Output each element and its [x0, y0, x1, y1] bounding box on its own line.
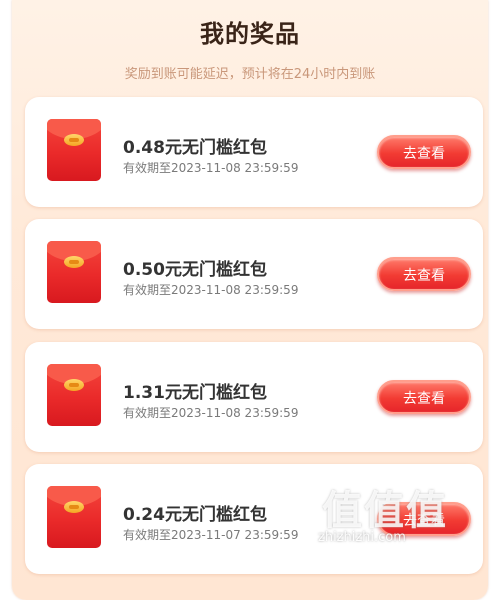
page-subtitle: 奖励到账可能延迟，预计将在24小时内到账 [124, 67, 376, 82]
view-button[interactable]: 去查看 [377, 380, 471, 414]
view-button[interactable]: 去查看 [377, 135, 471, 169]
prize-name: 1.31元无门槛红包 [123, 383, 267, 403]
watermark: 值值值 zhizhizhi.com [318, 478, 494, 558]
prize-card: 0.48元无门槛红包 有效期至2023-11-08 23:59:59 去查看 [25, 97, 483, 207]
red-envelope-icon [47, 364, 101, 426]
red-envelope-icon [47, 241, 101, 303]
prize-expiry: 有效期至2023-11-08 23:59:59 [123, 161, 299, 175]
prize-expiry: 有效期至2023-11-08 23:59:59 [123, 406, 299, 420]
view-button[interactable]: 去查看 [377, 257, 471, 291]
red-envelope-icon [47, 119, 101, 181]
prize-card: 1.31元无门槛红包 有效期至2023-11-08 23:59:59 去查看 [25, 342, 483, 452]
page-title: 我的奖品 [200, 20, 300, 48]
red-envelope-icon [47, 486, 101, 548]
prize-name: 0.24元无门槛红包 [123, 505, 267, 525]
watermark-url: zhizhizhi.com [318, 530, 406, 545]
prize-expiry: 有效期至2023-11-07 23:59:59 [123, 528, 299, 542]
prize-name: 0.50元无门槛红包 [123, 260, 267, 280]
watermark-logo: 值值值 [322, 488, 448, 534]
prize-expiry: 有效期至2023-11-08 23:59:59 [123, 283, 299, 297]
prize-card: 0.50元无门槛红包 有效期至2023-11-08 23:59:59 去查看 [25, 219, 483, 329]
prize-name: 0.48元无门槛红包 [123, 138, 267, 158]
